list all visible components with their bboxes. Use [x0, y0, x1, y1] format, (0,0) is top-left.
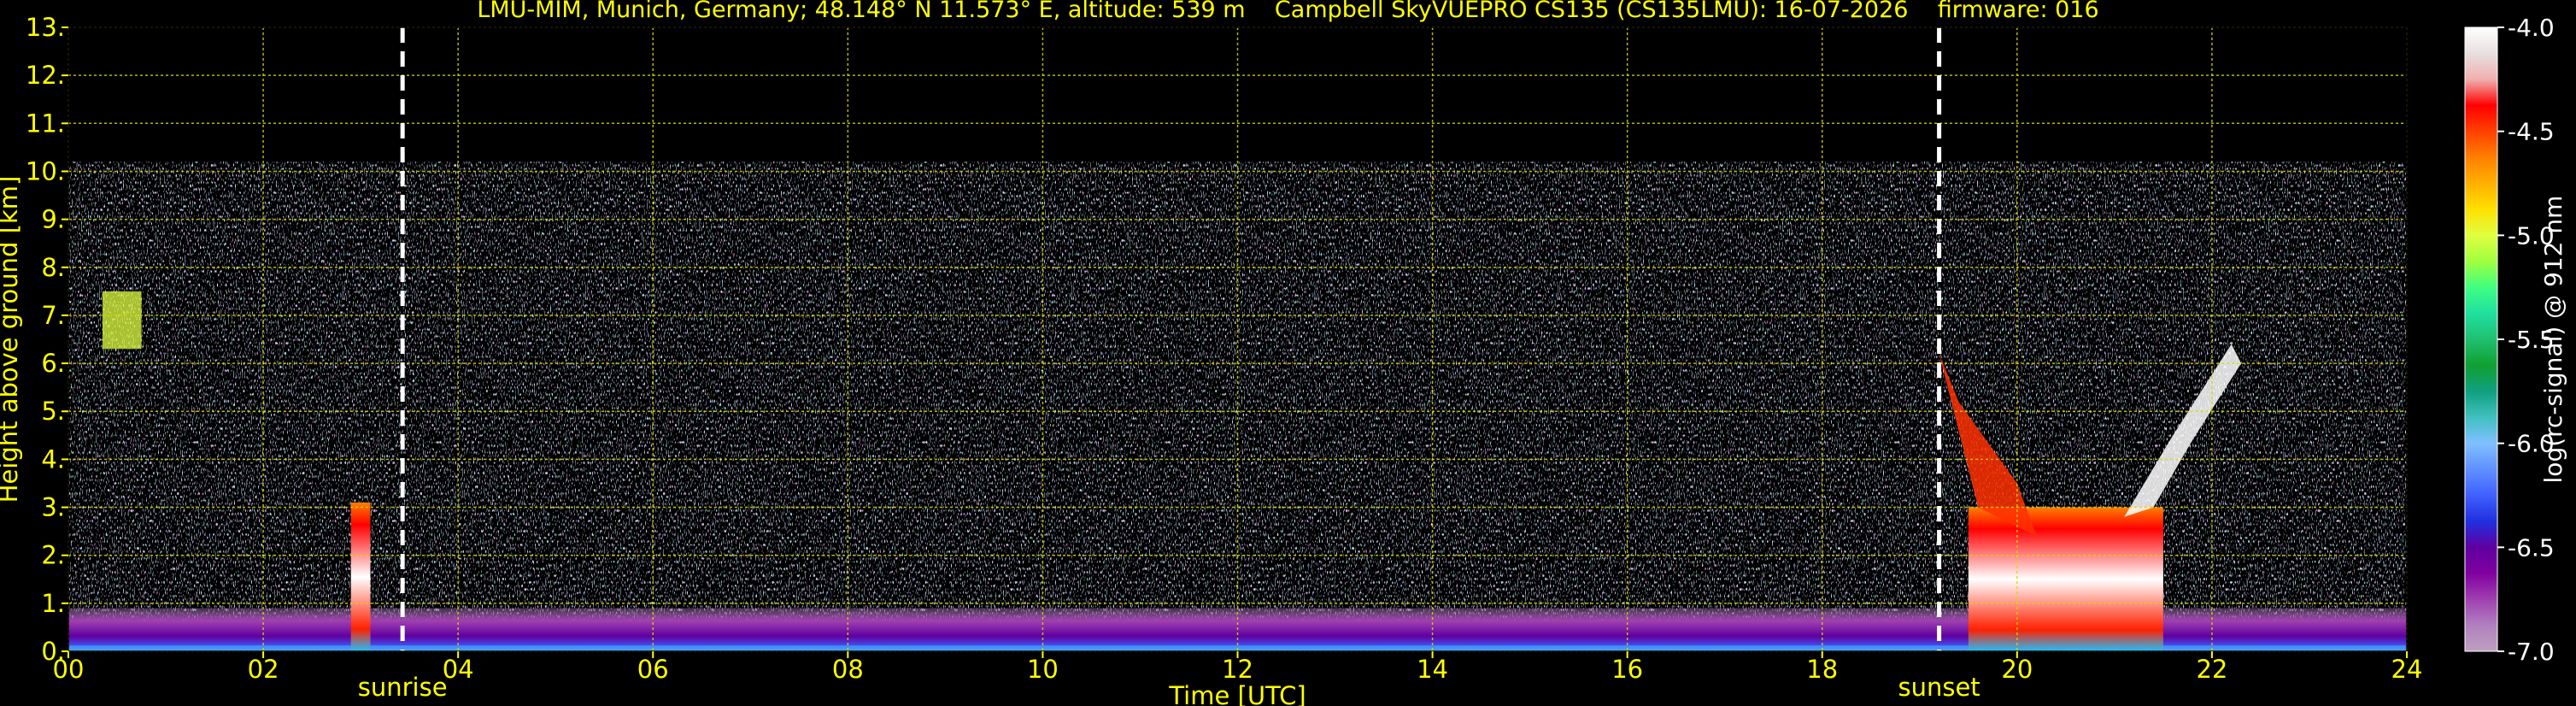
colorbar-label: log(rc-signal) @ 912 nm [2539, 196, 2567, 484]
y-tick-label: 5. [41, 397, 65, 426]
y-tick-label: 1. [41, 589, 65, 618]
colorbar-tick-label: -4.5 [2508, 118, 2555, 146]
y-tick-label: 10. [26, 156, 65, 185]
y-tick-label: 13. [26, 13, 65, 42]
x-tick-label: 10 [1027, 655, 1059, 684]
x-tick-label: 02 [248, 655, 279, 684]
colorbar-scale [2464, 26, 2498, 652]
x-tick-label: 04 [443, 655, 474, 684]
y-tick-label: 4. [41, 444, 65, 474]
y-tick-label: 0. [41, 637, 65, 666]
x-tick-label: 08 [832, 655, 864, 684]
y-axis: 0. 1. 2. 3. 4. 5. 6. 7. 8. 9. 10. 11. 12. 13. [26, 13, 68, 666]
colorbar-tick-label: -7.0 [2508, 638, 2555, 666]
x-tick-label: 16 [1611, 655, 1643, 684]
x-tick-label: 20 [2001, 655, 2033, 684]
y-tick-label: 6. [41, 349, 65, 378]
x-tick-label: 12 [1222, 655, 1253, 684]
sunset-label: sunset [1898, 673, 1980, 702]
x-tick-label: 18 [1806, 655, 1838, 684]
y-axis-label: Height above ground [km] [0, 176, 23, 503]
cloud-evening [1968, 507, 2163, 651]
y-tick-label: 2. [41, 541, 65, 570]
y-tick-label: 11. [26, 109, 65, 138]
x-tick-label: 14 [1417, 655, 1448, 684]
x-tick-label: 22 [2196, 655, 2227, 684]
x-tick-label: 06 [637, 655, 669, 684]
x-tick-label: 24 [2391, 655, 2423, 684]
sunrise-label: sunrise [358, 673, 448, 702]
y-tick-label: 7. [41, 301, 65, 330]
y-tick-label: 8. [41, 253, 65, 282]
colorbar-tick-label: -4.0 [2508, 14, 2555, 42]
cloud-early-aloft [102, 291, 142, 350]
ceilometer-chart: sunrise sunset 00 02 04 06 08 10 12 14 16 18 20 22 24… [0, 13, 2567, 706]
x-axis-label: Time [UTC] [1168, 681, 1306, 706]
colorbar-tick-label: -6.5 [2508, 533, 2555, 562]
y-tick-label: 9. [41, 205, 65, 234]
y-tick-label: 3. [41, 493, 65, 522]
y-tick-label: 12. [26, 61, 65, 90]
plot-area: sunrise sunset [67, 26, 2408, 702]
cloud-morning [350, 502, 371, 651]
